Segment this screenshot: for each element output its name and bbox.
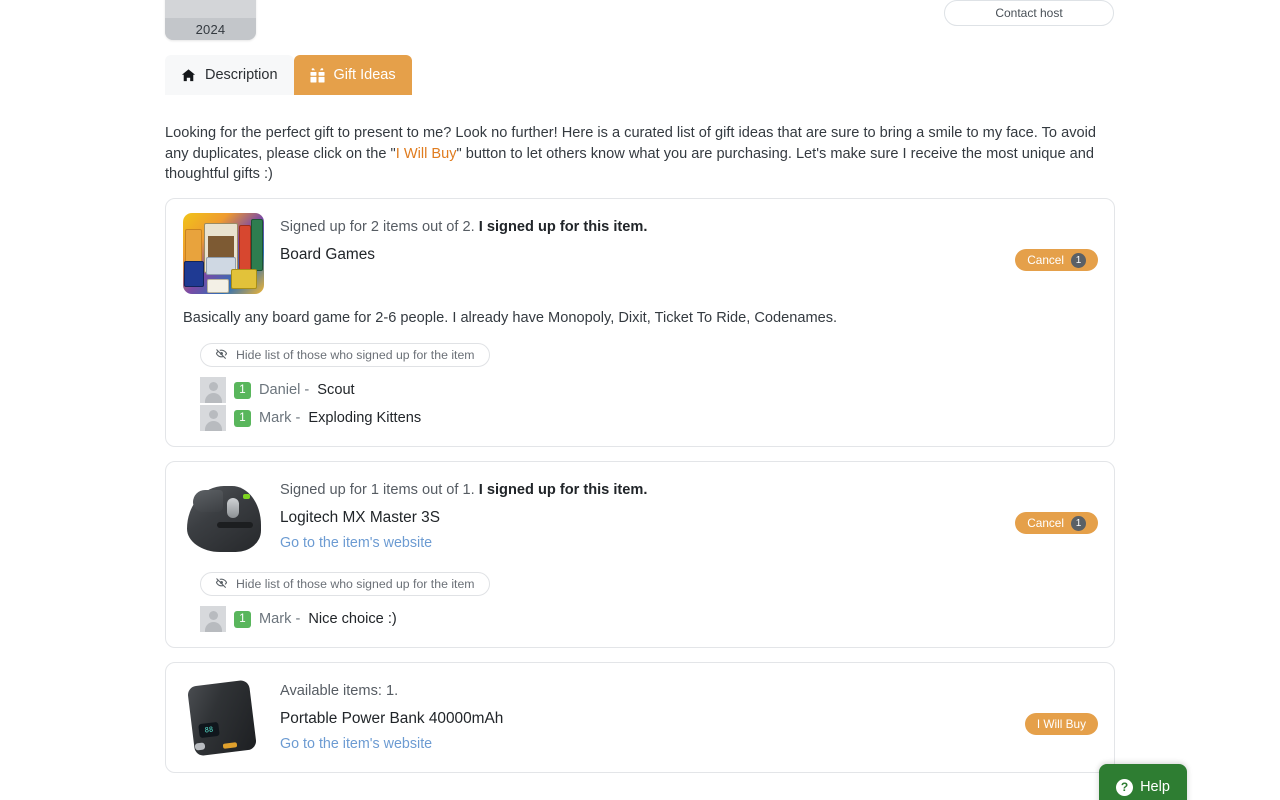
item-title: Board Games [280, 246, 375, 263]
gift-item-card: 88 Available items: 1. Portable Power Ba… [165, 662, 1115, 773]
intro-paragraph: Looking for the perfect gift to present … [165, 123, 1105, 185]
signup-count-badge: 1 [1071, 515, 1086, 531]
cancel-signup-label: Cancel [1027, 253, 1064, 267]
eye-slash-icon [215, 347, 228, 363]
cancel-signup-button[interactable]: Cancel 1 [1015, 249, 1098, 271]
item-status-count: Signed up for 2 items out of 2. [280, 219, 475, 235]
item-status-count: Signed up for 1 items out of 1. [280, 482, 475, 498]
help-widget-button[interactable]: ? Help [1099, 764, 1187, 800]
card-header: Signed up for 2 items out of 2. I signed… [183, 213, 1098, 294]
card-header-text: Signed up for 2 items out of 2. I signed… [280, 213, 647, 294]
signup-row: 1 Daniel - Scout [200, 376, 1098, 404]
tab-gift-ideas-label: Gift Ideas [333, 67, 396, 83]
page-header-partial: 2024 Contact host [0, 0, 1280, 44]
signup-name: Mark - [259, 611, 301, 627]
item-status-signed-up: I signed up for this item. [478, 219, 648, 235]
toggle-signup-list-button[interactable]: Hide list of those who signed up for the… [200, 572, 490, 596]
gift-item-card: Signed up for 2 items out of 2. I signed… [165, 198, 1115, 447]
tab-description[interactable]: Description [165, 55, 294, 95]
item-description: Basically any board game for 2-6 people.… [183, 310, 838, 326]
gift-item-list: Signed up for 2 items out of 2. I signed… [165, 198, 1115, 787]
tab-description-label: Description [205, 67, 278, 83]
power-bank-display: 88 [198, 721, 220, 739]
date-badge-year: 2024 [165, 18, 256, 40]
toggle-signup-list-label: Hide list of those who signed up for the… [236, 348, 475, 362]
board-games-photo [183, 213, 264, 294]
signup-note: Nice choice :) [308, 611, 397, 627]
help-widget-label: Help [1140, 779, 1170, 795]
gift-item-card: Signed up for 1 items out of 1. I signed… [165, 461, 1115, 648]
avatar [200, 405, 226, 431]
power-bank-photo: 88 [183, 677, 264, 758]
cancel-signup-button[interactable]: Cancel 1 [1015, 512, 1098, 534]
i-will-buy-button[interactable]: I Will Buy [1024, 713, 1098, 735]
card-header-text: Available items: 1. Portable Power Bank … [280, 677, 503, 758]
signup-list: 1 Mark - Nice choice :) [183, 605, 1098, 633]
item-website-link[interactable]: Go to the item's website [280, 736, 432, 752]
cancel-signup-label: Cancel [1027, 516, 1064, 530]
card-header-text: Signed up for 1 items out of 1. I signed… [280, 476, 647, 557]
signup-name: Daniel - [259, 382, 310, 398]
signup-note: Scout [317, 382, 355, 398]
item-status: Signed up for 1 items out of 1. I signed… [280, 480, 647, 500]
signup-row: 1 Mark - Exploding Kittens [200, 404, 1098, 432]
signup-list: 1 Daniel - Scout 1 Mark - Exploding Kitt… [183, 376, 1098, 432]
toggle-signup-list-label: Hide list of those who signed up for the… [236, 577, 475, 591]
eye-slash-icon [215, 576, 228, 592]
item-website-link[interactable]: Go to the item's website [280, 535, 432, 551]
tab-gift-ideas[interactable]: Gift Ideas [293, 55, 412, 95]
avatar [200, 377, 226, 403]
card-header: Signed up for 1 items out of 1. I signed… [183, 476, 1098, 557]
signup-quantity-badge: 1 [234, 409, 251, 427]
intro-highlight: I Will Buy [395, 145, 457, 162]
item-status: Signed up for 2 items out of 2. I signed… [280, 217, 647, 237]
item-title: Logitech MX Master 3S [280, 509, 440, 526]
contact-host-button[interactable]: Contact host [944, 0, 1114, 26]
card-header: 88 Available items: 1. Portable Power Ba… [183, 677, 1098, 758]
gift-icon [310, 67, 325, 83]
item-title: Portable Power Bank 40000mAh [280, 710, 504, 727]
i-will-buy-label: I Will Buy [1036, 717, 1086, 731]
item-status: Available items: 1. [280, 681, 503, 701]
signup-note: Exploding Kittens [308, 410, 422, 426]
signup-quantity-badge: 1 [234, 381, 251, 399]
host-action-buttons: Contact host [944, 0, 1114, 26]
item-status-count: Available items: 1. [280, 683, 399, 699]
signup-count-badge: 1 [1071, 252, 1086, 268]
mouse-photo [183, 476, 264, 557]
question-circle-icon: ? [1116, 778, 1134, 796]
gift-registry-page: 2024 Contact host Description Gift Ideas… [0, 0, 1280, 800]
signup-row: 1 Mark - Nice choice :) [200, 605, 1098, 633]
toggle-signup-list-button[interactable]: Hide list of those who signed up for the… [200, 343, 490, 367]
item-status-signed-up: I signed up for this item. [478, 482, 648, 498]
home-icon [181, 68, 196, 83]
event-date-badge: 2024 [165, 0, 256, 40]
signup-quantity-badge: 1 [234, 610, 251, 628]
content-tabs: Description Gift Ideas [165, 55, 412, 95]
date-badge-top [165, 0, 256, 18]
signup-name: Mark - [259, 410, 301, 426]
avatar [200, 606, 226, 632]
